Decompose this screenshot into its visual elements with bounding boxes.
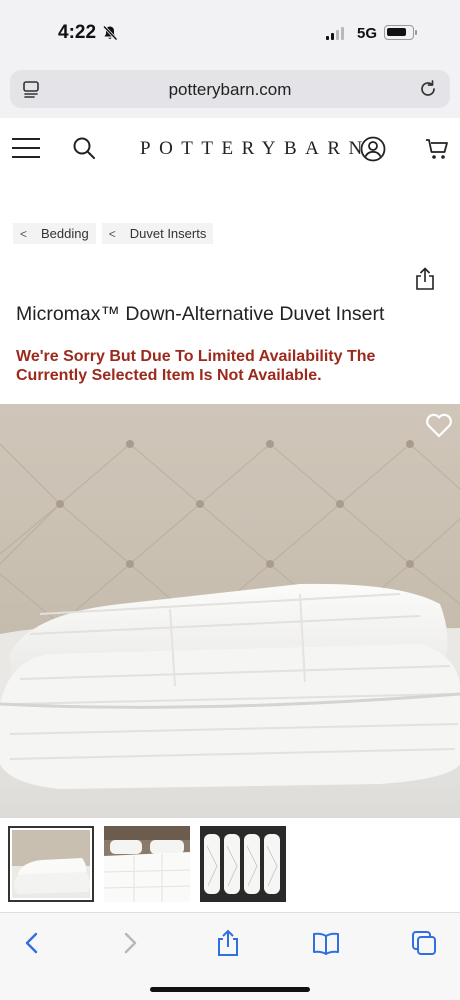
availability-message: We're Sorry But Due To Limited Availabil…	[16, 348, 376, 384]
thumbnail-1[interactable]	[8, 826, 94, 902]
search-icon[interactable]	[72, 136, 96, 160]
breadcrumb-label: Bedding	[41, 226, 89, 241]
browser-address-area: potterybarn.com	[0, 64, 460, 118]
network-label: 5G	[357, 25, 378, 42]
reload-icon[interactable]	[418, 79, 438, 99]
thumbnail-strip	[8, 826, 286, 902]
back-icon[interactable]	[18, 929, 46, 957]
product-image[interactable]	[0, 404, 460, 818]
thumbnail-2[interactable]	[104, 826, 190, 902]
address-bar[interactable]: potterybarn.com	[10, 70, 450, 108]
chevron-left-icon: <	[108, 226, 116, 241]
browser-toolbar	[0, 912, 460, 1000]
tabs-icon[interactable]	[410, 929, 438, 957]
battery-icon	[384, 25, 417, 40]
status-time: 4:22	[58, 22, 97, 43]
signal-icon	[326, 27, 344, 40]
favorite-heart-icon[interactable]	[425, 412, 453, 438]
breadcrumb-label: Duvet Inserts	[129, 226, 207, 241]
chevron-left-icon: <	[20, 226, 28, 241]
forward-icon[interactable]	[116, 929, 144, 957]
menu-icon[interactable]	[12, 137, 40, 159]
url-text: potterybarn.com	[168, 80, 292, 99]
share-icon[interactable]	[414, 267, 436, 291]
breadcrumb: < Bedding < Duvet Inserts	[13, 223, 214, 244]
cart-icon[interactable]	[425, 137, 449, 161]
bookmarks-icon[interactable]	[312, 929, 340, 957]
status-bar: 4:22 5G	[0, 0, 460, 64]
product-title: Micromax™ Down-Alternative Duvet Insert	[16, 303, 385, 325]
account-icon[interactable]	[360, 136, 386, 162]
breadcrumb-item-duvet-inserts[interactable]: < Duvet Inserts	[101, 223, 214, 244]
breadcrumb-item-bedding[interactable]: < Bedding	[13, 223, 96, 244]
share-icon[interactable]	[214, 929, 242, 957]
home-indicator	[150, 987, 310, 992]
site-logo[interactable]: POTTERYBARN	[140, 138, 371, 160]
thumbnail-3[interactable]	[200, 826, 286, 902]
site-header: POTTERYBARN	[0, 118, 460, 184]
bell-off-icon	[102, 25, 118, 41]
